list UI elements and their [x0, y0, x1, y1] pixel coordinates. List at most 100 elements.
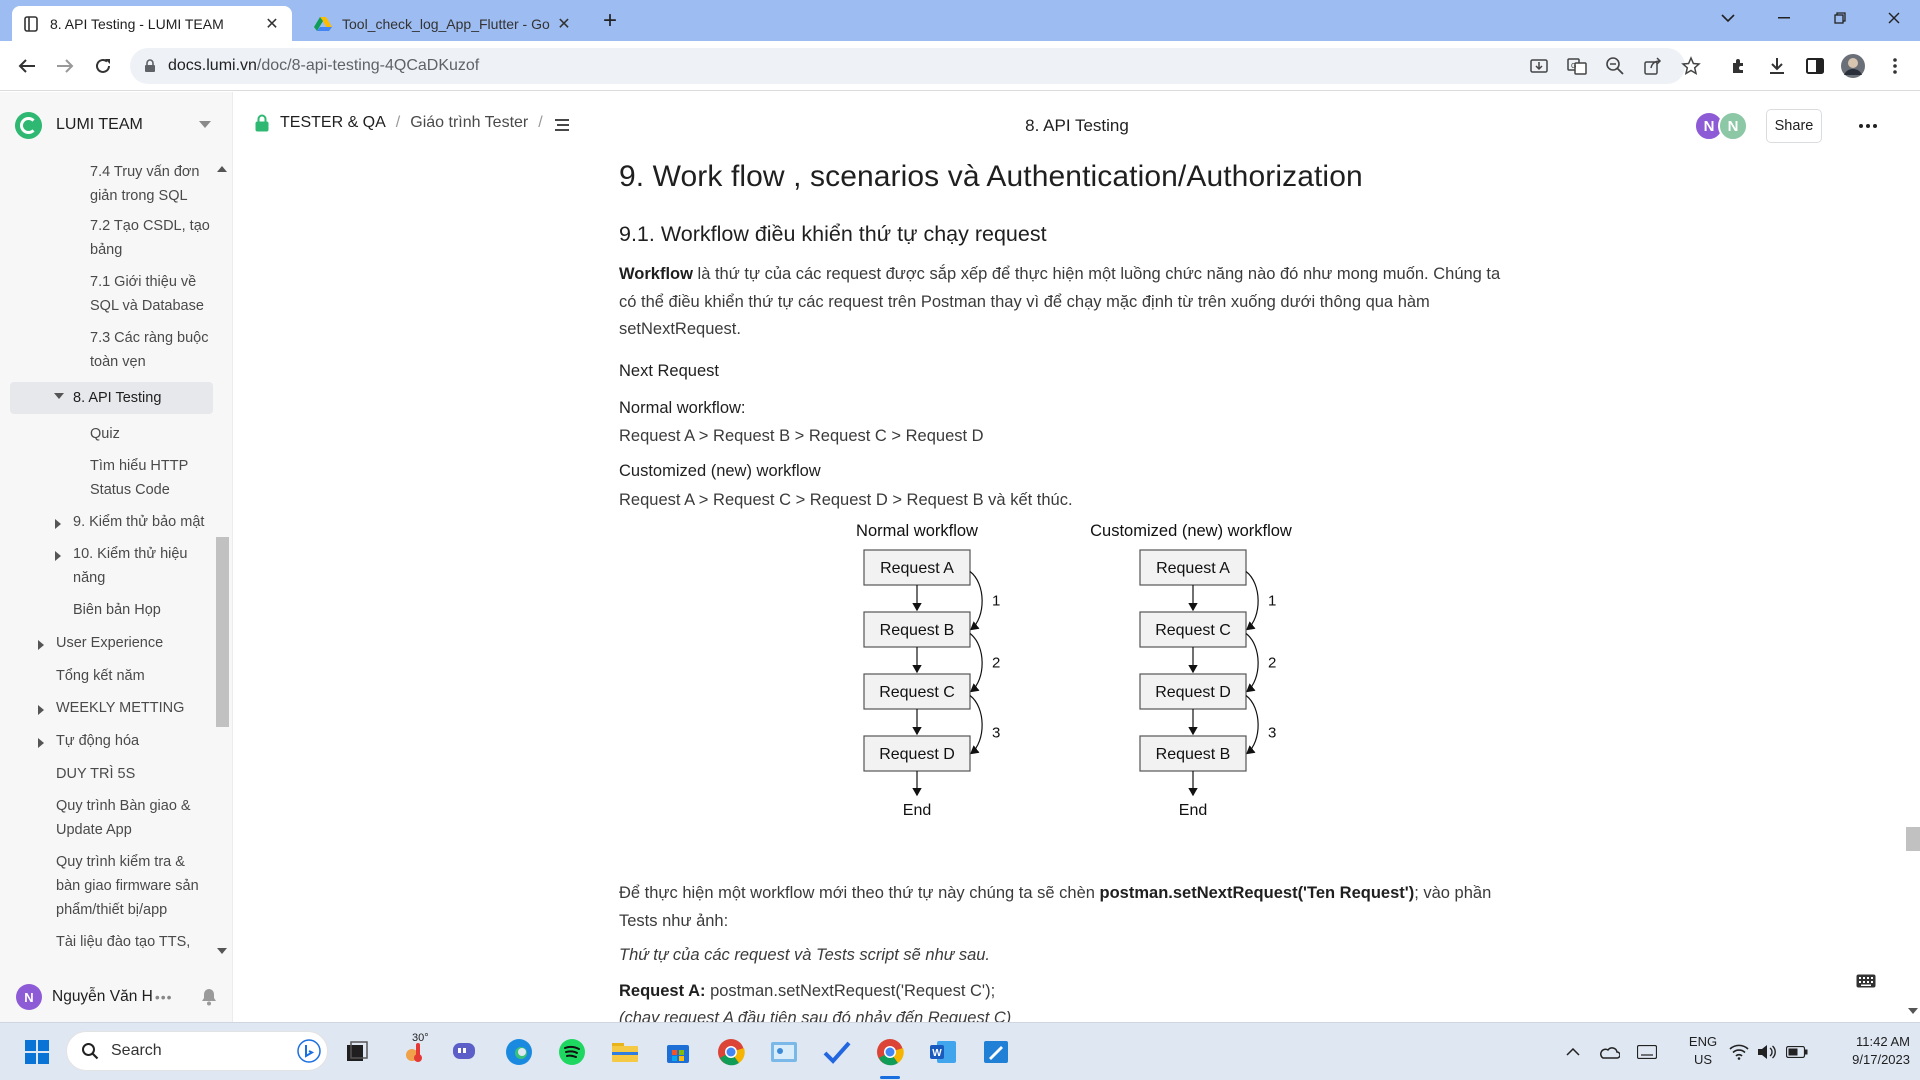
- paint-icon[interactable]: [979, 1035, 1013, 1069]
- diagram-step-arrow: [969, 695, 983, 755]
- forward-button[interactable]: [50, 51, 80, 81]
- caret-right-icon[interactable]: [38, 705, 44, 715]
- task-view-icon[interactable]: [340, 1035, 374, 1069]
- touch-keyboard-icon[interactable]: [1630, 1035, 1664, 1069]
- sidebar-item[interactable]: Quiz: [10, 422, 213, 448]
- bell-icon[interactable]: [201, 988, 217, 1011]
- battery-icon[interactable]: [1780, 1035, 1814, 1069]
- caret-right-icon[interactable]: [38, 640, 44, 650]
- volume-icon[interactable]: [1750, 1035, 1784, 1069]
- scroll-down-icon[interactable]: [217, 948, 227, 954]
- sidebar-item[interactable]: Tự động hóa: [10, 729, 213, 755]
- diagram-box-label: Request C: [879, 684, 955, 701]
- sidebar-item-api-testing[interactable]: 8. API Testing: [10, 382, 213, 414]
- caret-right-icon[interactable]: [38, 738, 44, 748]
- sidebar-item[interactable]: 10. Kiểm thử hiệu năng: [10, 542, 213, 590]
- sidebar-item[interactable]: DUY TRÌ 5S: [10, 762, 213, 788]
- downloads-icon[interactable]: [1764, 53, 1790, 79]
- diagram-box-label: Request A: [1156, 560, 1230, 577]
- todo-app-icon[interactable]: [820, 1035, 854, 1069]
- document-body[interactable]: 9. Work flow , scenarios và Authenticati…: [619, 160, 1519, 1022]
- note-text: (chạy request A đầu tiên sau đó nhảy đến…: [619, 1009, 1012, 1022]
- sidebar-item-label: DUY TRÌ 5S: [56, 766, 136, 782]
- new-tab-button[interactable]: +: [596, 8, 624, 36]
- site-info-icon[interactable]: [144, 59, 156, 73]
- caret-right-icon[interactable]: [55, 519, 61, 529]
- sidebar-item[interactable]: 7.2 Tạo CSDL, tạo bảng: [10, 214, 213, 262]
- sidebar-item[interactable]: WEEKLY METTING: [10, 696, 213, 722]
- sidebar-item-label: Quy trình kiểm tra & bàn giao firmware s…: [56, 854, 199, 918]
- sidebar-item[interactable]: 9. Kiểm thử bảo mật: [10, 510, 213, 536]
- tab-search-icon[interactable]: [1700, 0, 1756, 36]
- sidebar-item[interactable]: Quy trình Bàn giao & Update App: [10, 794, 213, 842]
- team-switcher[interactable]: LUMI TEAM: [0, 92, 233, 158]
- breadcrumb-parent-doc[interactable]: Giáo trình Tester: [410, 114, 528, 132]
- table-of-contents-icon[interactable]: [554, 118, 570, 137]
- extensions-icon[interactable]: [1726, 53, 1752, 79]
- back-button[interactable]: [12, 51, 42, 81]
- browser-tab-inactive[interactable]: Tool_check_log_App_Flutter - Go ✕: [304, 6, 584, 41]
- share-button[interactable]: Share: [1766, 109, 1822, 143]
- user-menu[interactable]: N Nguyễn Văn H •••: [0, 972, 233, 1022]
- microsoft-store-icon[interactable]: [661, 1035, 695, 1069]
- bookmark-star-icon[interactable]: [1678, 53, 1704, 79]
- sidebar-item-label: Biên bản Họp: [73, 602, 161, 618]
- normal-workflow-label: Normal workflow:: [619, 395, 1519, 423]
- side-panel-icon[interactable]: [1802, 53, 1828, 79]
- caret-down-icon[interactable]: [54, 393, 64, 399]
- keyboard-shortcuts-icon[interactable]: [1856, 974, 1876, 993]
- sidebar-item[interactable]: Tổng kết năm: [10, 664, 213, 690]
- sidebar-item[interactable]: 7.4 Truy vấn đơn giản trong SQL: [10, 160, 213, 208]
- share-page-icon[interactable]: [1640, 53, 1666, 79]
- close-window-button[interactable]: [1866, 0, 1920, 36]
- edge-browser-icon[interactable]: [502, 1035, 536, 1069]
- screenshot-tool-icon[interactable]: [767, 1035, 801, 1069]
- show-hidden-icons[interactable]: [1556, 1035, 1590, 1069]
- diagram-step-label: 2: [1268, 655, 1276, 672]
- browser-menu-icon[interactable]: [1882, 53, 1908, 79]
- sidebar-item[interactable]: Tìm hiểu HTTP Status Code: [10, 454, 213, 502]
- windows-start-icon[interactable]: [20, 1035, 54, 1069]
- address-bar[interactable]: docs.lumi.vn/doc/8-api-testing-4QCaDKuzo…: [130, 48, 1685, 84]
- install-app-icon[interactable]: [1526, 53, 1552, 79]
- breadcrumb-collection[interactable]: TESTER & QA: [280, 114, 386, 132]
- restore-button[interactable]: [1812, 0, 1868, 36]
- more-options-icon[interactable]: [1854, 114, 1882, 138]
- browser-tab-active[interactable]: 8. API Testing - LUMI TEAM ✕: [12, 6, 292, 41]
- team-logo-icon: [15, 111, 42, 139]
- tab-close-icon[interactable]: ✕: [262, 14, 282, 34]
- sidebar-item[interactable]: Quy trình kiểm tra & bàn giao firmware s…: [10, 850, 213, 922]
- word-icon[interactable]: W: [926, 1035, 960, 1069]
- teams-chat-icon[interactable]: [448, 1035, 482, 1069]
- translate-icon[interactable]: G: [1564, 53, 1590, 79]
- chrome-icon[interactable]: [714, 1035, 748, 1069]
- caret-right-icon[interactable]: [55, 551, 61, 561]
- sidebar-item[interactable]: 7.1 Giới thiệu về SQL và Database: [10, 270, 213, 318]
- sidebar-scrollbar[interactable]: [216, 537, 229, 727]
- sidebar-item[interactable]: Biên bản Họp: [10, 598, 213, 624]
- file-explorer-icon[interactable]: [608, 1035, 642, 1069]
- diagram-title: Customized (new) workflow: [1090, 523, 1292, 540]
- system-clock[interactable]: 11:42 AM 9/17/2023: [1820, 1033, 1910, 1069]
- diagram-box-label: Request D: [879, 746, 955, 763]
- active-app-indicator: [880, 1076, 900, 1079]
- reload-button[interactable]: [88, 51, 118, 81]
- zoom-icon[interactable]: [1602, 53, 1628, 79]
- page-scrollbar[interactable]: [1906, 827, 1920, 851]
- chrome-active-icon[interactable]: [873, 1035, 907, 1069]
- taskbar-search[interactable]: Search: [66, 1031, 328, 1071]
- bing-icon[interactable]: [297, 1039, 321, 1063]
- profile-avatar[interactable]: [1840, 53, 1866, 79]
- input-language-indicator[interactable]: ENG US: [1680, 1033, 1726, 1069]
- tab-close-icon[interactable]: ✕: [554, 14, 574, 34]
- sidebar-item[interactable]: User Experience: [10, 631, 213, 657]
- spotify-icon[interactable]: [555, 1035, 589, 1069]
- minimize-button[interactable]: [1756, 0, 1812, 36]
- workflow-diagram-image: Normal workflow Customized (new) workflo…: [856, 523, 1292, 819]
- scroll-up-icon[interactable]: [217, 166, 227, 172]
- onedrive-icon[interactable]: [1592, 1035, 1626, 1069]
- collaborator-avatars[interactable]: N N: [1694, 111, 1748, 141]
- sidebar-item[interactable]: Tài liệu đào tạo TTS,: [10, 930, 213, 956]
- scroll-down-icon[interactable]: [1908, 1008, 1918, 1014]
- sidebar-item[interactable]: 7.3 Các ràng buộc toàn vẹn: [10, 326, 213, 374]
